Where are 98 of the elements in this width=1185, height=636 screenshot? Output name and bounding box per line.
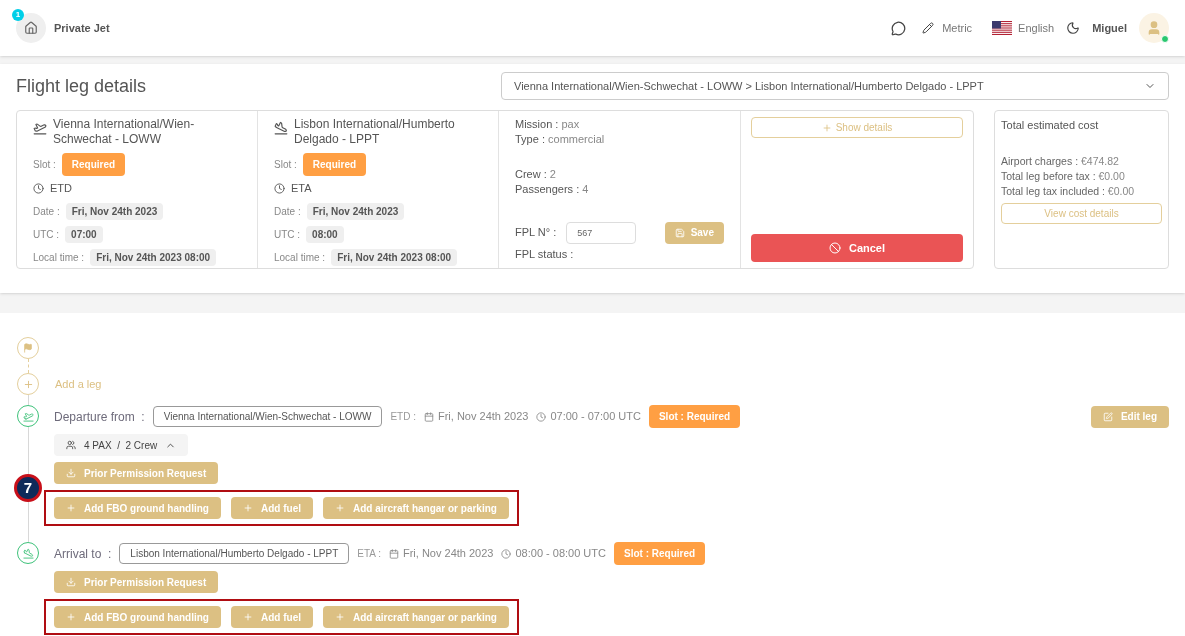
add-service-button[interactable]: Add fuel (231, 606, 313, 628)
add-service-button[interactable]: Add FBO ground handling (54, 606, 221, 628)
plus-icon (335, 503, 345, 513)
add-service-button[interactable]: Add aircraft hangar or parking (323, 606, 509, 628)
plus-icon (243, 612, 253, 622)
cost-line: Total leg tax included : €0.00 (1001, 183, 1136, 199)
plus-icon (821, 122, 832, 133)
date-value: Fri, Nov 24th 2023 (65, 202, 164, 220)
utc-label: UTC : (274, 227, 301, 242)
plus-icon (66, 503, 76, 513)
calendar-icon (423, 411, 434, 422)
add-service-button[interactable]: Add aircraft hangar or parking (323, 497, 509, 519)
people-icon (66, 440, 76, 450)
utc-label: UTC : (33, 227, 60, 242)
slot-label: Slot : (274, 158, 297, 172)
calendar-icon (389, 548, 399, 559)
flag-icon (23, 343, 33, 353)
local-time-value: Fri, Nov 24th 2023 08:00 (90, 248, 217, 266)
plane-icon (274, 121, 288, 135)
stop-label: Arrival to : (54, 545, 112, 563)
plus-icon (22, 378, 34, 390)
cost-line: Airport charges : €474.82 (1001, 153, 1120, 169)
time-kind: ETA (291, 181, 312, 196)
app-title: Private Jet (54, 20, 110, 36)
us-flag-icon (992, 21, 1013, 35)
cost-title: Total estimated cost (1001, 118, 1100, 133)
mission-info: Mission : pax (515, 117, 581, 132)
local-time-value: Fri, Nov 24th 2023 08:00 (331, 248, 458, 266)
language-selector[interactable]: English (992, 19, 1055, 37)
cost-line: Total leg before tax : €0.00 (1001, 168, 1126, 184)
plane-icon (22, 547, 34, 559)
mission-info: Crew : 2 (515, 167, 557, 182)
user-icon (1146, 20, 1162, 36)
time-label: ETD : (390, 410, 416, 424)
home-button[interactable] (16, 13, 46, 43)
stop-time: 08:00 - 08:00 UTC (515, 546, 606, 562)
add-leg-link[interactable]: Add a leg (55, 375, 102, 393)
stop-date: Fri, Nov 24th 2023 (437, 409, 529, 425)
clock-icon (274, 182, 285, 194)
mission-info: Passengers : 4 (515, 182, 590, 197)
download-icon (66, 577, 76, 587)
passengers-toggle[interactable]: 4 PAX / 2 Crew (54, 434, 189, 456)
fpl-number-label: FPL N° : (515, 225, 557, 241)
mission-info: Type : commercial (515, 132, 606, 147)
slot-status: Slot : Required (648, 405, 741, 428)
callout-badge: 7 (14, 474, 42, 502)
edit-leg-button[interactable]: Edit leg (1090, 405, 1169, 428)
date-label: Date : (33, 204, 60, 219)
clock-icon (501, 548, 512, 559)
ppr-button[interactable]: Prior Permission Request (54, 571, 219, 593)
utc-value: 08:00 (306, 225, 344, 243)
local-time-label: Local time : (274, 250, 326, 265)
dark-mode-icon[interactable] (1066, 21, 1081, 35)
edit-icon (1102, 411, 1113, 422)
stop-label: Departure from : (54, 408, 145, 426)
save-button[interactable]: Save (664, 221, 724, 244)
local-time-label: Local time : (33, 250, 85, 265)
chat-icon[interactable] (891, 20, 907, 36)
page-title: Flight leg details (16, 74, 147, 98)
utc-value: 07:00 (65, 225, 103, 243)
pencil-icon (922, 22, 935, 34)
airport-name: Lisbon International/Humberto Delgado - LPPT (294, 117, 456, 147)
add-service-button[interactable]: Add fuel (231, 497, 313, 519)
cancel-icon (828, 242, 841, 254)
plane-icon (22, 410, 34, 422)
show-details-button[interactable]: Show details (751, 117, 963, 138)
slot-status: Required (302, 153, 367, 176)
user-name: Miguel (1092, 20, 1127, 36)
save-icon (674, 227, 685, 238)
leg-select[interactable]: Vienna International/Wien-Schwechat - LOWW > Lisbon International/Humberto Delgado - LPPT (501, 72, 1169, 100)
plus-icon (243, 503, 253, 513)
plane-icon (33, 121, 47, 135)
units-toggle[interactable]: Metric (922, 19, 973, 37)
clock-icon (536, 411, 547, 422)
notification-badge: 1 (12, 9, 24, 21)
home-icon (24, 21, 38, 35)
stop-date: Fri, Nov 24th 2023 (403, 546, 494, 562)
date-label: Date : (274, 204, 301, 219)
stop-time: 07:00 - 07:00 UTC (550, 409, 641, 425)
fpl-number-field[interactable]: 567 (566, 221, 637, 244)
add-service-button[interactable]: Add FBO ground handling (54, 497, 221, 519)
fpl-status-label: FPL status : (515, 246, 575, 262)
cancel-button[interactable]: Cancel (751, 234, 963, 262)
airport-field: Vienna International/Wien-Schwechat - LOWW (152, 406, 383, 427)
view-cost-details-button[interactable]: View cost details (1001, 202, 1162, 224)
airport-field: Lisbon International/Humberto Delgado - LPPT (119, 543, 350, 564)
date-value: Fri, Nov 24th 2023 (306, 202, 405, 220)
plus-icon (66, 612, 76, 622)
slot-status: Required (61, 153, 126, 176)
ppr-button[interactable]: Prior Permission Request (54, 462, 219, 484)
slot-status: Slot : Required (614, 542, 706, 565)
time-kind: ETD (50, 181, 72, 196)
clock-icon (33, 182, 44, 194)
time-label: ETA : (357, 547, 381, 561)
download-icon (66, 468, 76, 478)
airport-name: Vienna International/Wien-Schwechat - LOWW (53, 117, 196, 147)
plus-icon (335, 612, 345, 622)
slot-label: Slot : (33, 158, 56, 172)
